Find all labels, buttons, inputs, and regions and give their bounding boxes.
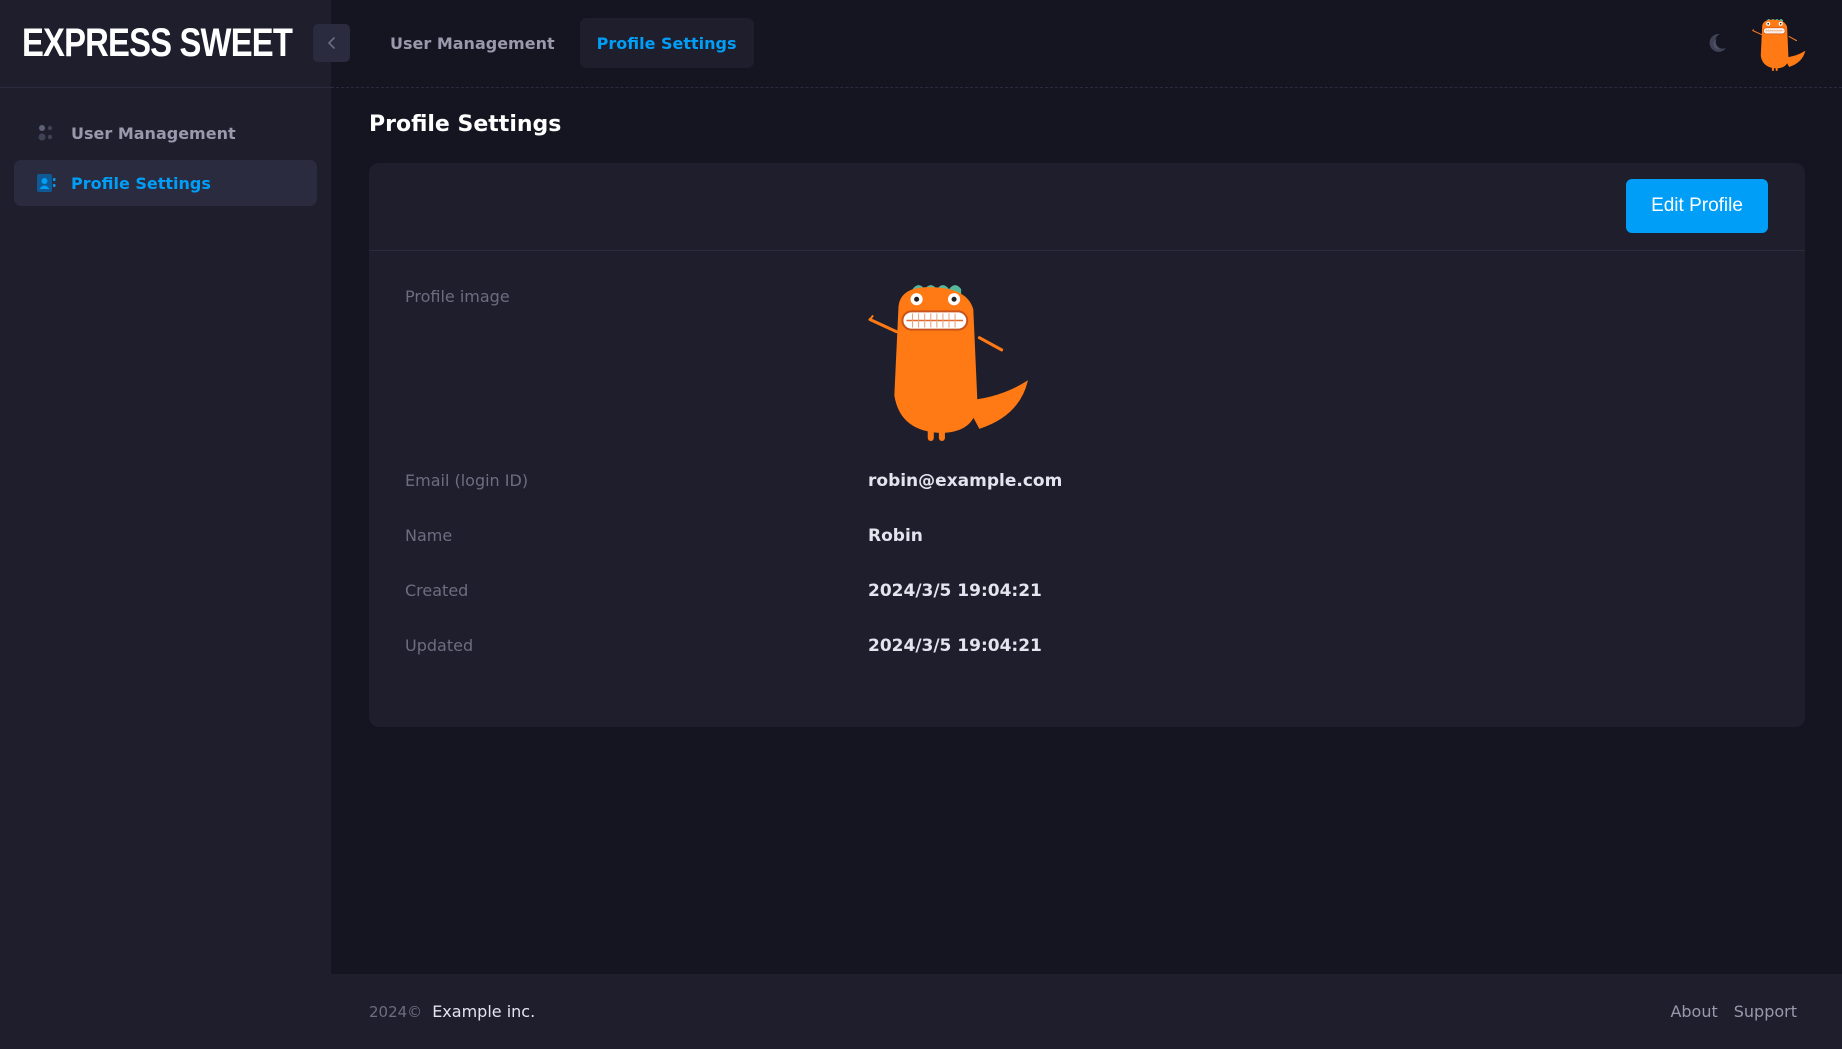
sidebar: EXPRESS SWEET User Management Profile Se… xyxy=(0,0,331,1049)
page-title: Profile Settings xyxy=(369,112,562,137)
header-tabs: User Management Profile Settings xyxy=(373,18,762,68)
edit-profile-button[interactable]: Edit Profile xyxy=(1626,179,1768,233)
name-label: Name xyxy=(405,526,453,545)
created-label: Created xyxy=(405,581,469,600)
footer-year: 2024© xyxy=(369,1002,423,1021)
dinosaur-profile-image xyxy=(868,279,1030,441)
footer-support-link[interactable]: Support xyxy=(1734,1002,1797,1021)
updated-label: Updated xyxy=(405,636,474,655)
sidebar-item-label: Profile Settings xyxy=(71,173,211,193)
tab-profile-settings[interactable]: Profile Settings xyxy=(579,18,754,68)
tab-user-management[interactable]: User Management xyxy=(373,18,572,68)
brand-logo[interactable]: EXPRESS SWEET xyxy=(22,21,293,66)
sidebar-collapse-button[interactable] xyxy=(313,24,350,62)
created-value: 2024/3/5 19:04:21 xyxy=(868,581,1042,601)
card-header: Edit Profile xyxy=(369,163,1805,251)
moon-icon xyxy=(1709,33,1726,52)
profile-card-icon xyxy=(36,173,56,193)
footer-company-link[interactable]: Example inc. xyxy=(432,1002,535,1021)
sidebar-item-label: User Management xyxy=(71,123,236,143)
sidebar-item-user-management[interactable]: User Management xyxy=(14,110,317,156)
profile-image-label: Profile image xyxy=(405,287,510,306)
users-icon xyxy=(36,123,56,143)
sidebar-menu: User Management Profile Settings xyxy=(0,88,331,206)
updated-value: 2024/3/5 19:04:21 xyxy=(868,636,1042,656)
footer-links: About Support xyxy=(1654,1002,1797,1021)
sidebar-item-profile-settings[interactable]: Profile Settings xyxy=(14,160,317,206)
top-header: User Management Profile Settings xyxy=(331,0,1842,88)
theme-toggle[interactable] xyxy=(1704,30,1730,56)
chevron-left-icon xyxy=(327,37,335,49)
dinosaur-avatar-icon[interactable] xyxy=(1752,17,1806,71)
name-value: Robin xyxy=(868,526,923,546)
main-content: Profile Settings Edit Profile Profile im… xyxy=(331,88,1842,974)
footer: 2024© Example inc. About Support xyxy=(331,974,1842,1049)
profile-card: Edit Profile Profile image Email (login … xyxy=(369,163,1805,727)
email-value: robin@example.com xyxy=(868,471,1063,491)
brand: EXPRESS SWEET xyxy=(0,0,331,88)
email-label: Email (login ID) xyxy=(405,471,529,490)
footer-about-link[interactable]: About xyxy=(1670,1002,1717,1021)
